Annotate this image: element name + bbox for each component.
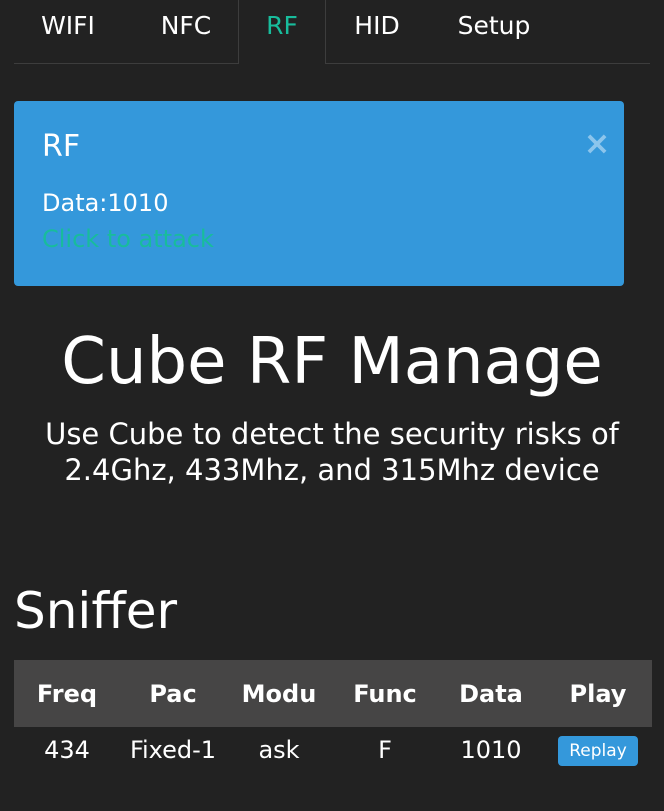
tab-hid[interactable]: HID [332, 0, 422, 63]
sniffer-title: Sniffer [14, 582, 178, 640]
tab-setup[interactable]: Setup [434, 0, 554, 63]
tab-nfc[interactable]: NFC [132, 0, 240, 63]
attack-link[interactable]: Click to attack [42, 225, 214, 253]
rf-alert: RF × Data:1010 Click to attack [14, 101, 624, 286]
page: WIFI NFC RF HID Setup RF × Data:1010 Cli… [0, 0, 664, 811]
cell-play: Replay [544, 727, 652, 773]
subtitle-line-2: 2.4Ghz, 433Mhz, and 315Mhz device [64, 453, 600, 487]
subtitle-line-1: Use Cube to detect the security risks of [45, 417, 619, 451]
column-header-freq: Freq [14, 660, 120, 727]
sniffer-table: Freq Pac Modu Func Data Play 434 Fixed-1… [14, 660, 652, 773]
replay-button[interactable]: Replay [558, 736, 638, 766]
alert-title: RF [42, 129, 81, 164]
page-title: Cube RF Manage [61, 325, 603, 399]
column-header-data: Data [438, 660, 544, 727]
close-icon[interactable]: × [582, 121, 612, 165]
table-row: 434 Fixed-1 ask F 1010 Replay [14, 727, 652, 773]
tab-wifi[interactable]: WIFI [14, 0, 122, 63]
cell-pac: Fixed-1 [129, 736, 217, 764]
column-header-pac: Pac [120, 660, 226, 727]
cell-freq: 434 [44, 736, 90, 764]
cell-data: 1010 [460, 736, 522, 764]
page-subtitle: Use Cube to detect the security risks of… [0, 416, 664, 488]
column-header-play: Play [544, 660, 652, 727]
table-header-row: Freq Pac Modu Func Data Play [14, 660, 652, 727]
cell-func: F [378, 736, 392, 764]
tab-bar: WIFI NFC RF HID Setup [14, 0, 650, 64]
alert-data: Data:1010 [42, 189, 169, 217]
column-header-func: Func [332, 660, 438, 727]
tab-rf[interactable]: RF [238, 0, 326, 64]
cell-modu: ask [258, 736, 300, 764]
column-header-modu: Modu [226, 660, 332, 727]
